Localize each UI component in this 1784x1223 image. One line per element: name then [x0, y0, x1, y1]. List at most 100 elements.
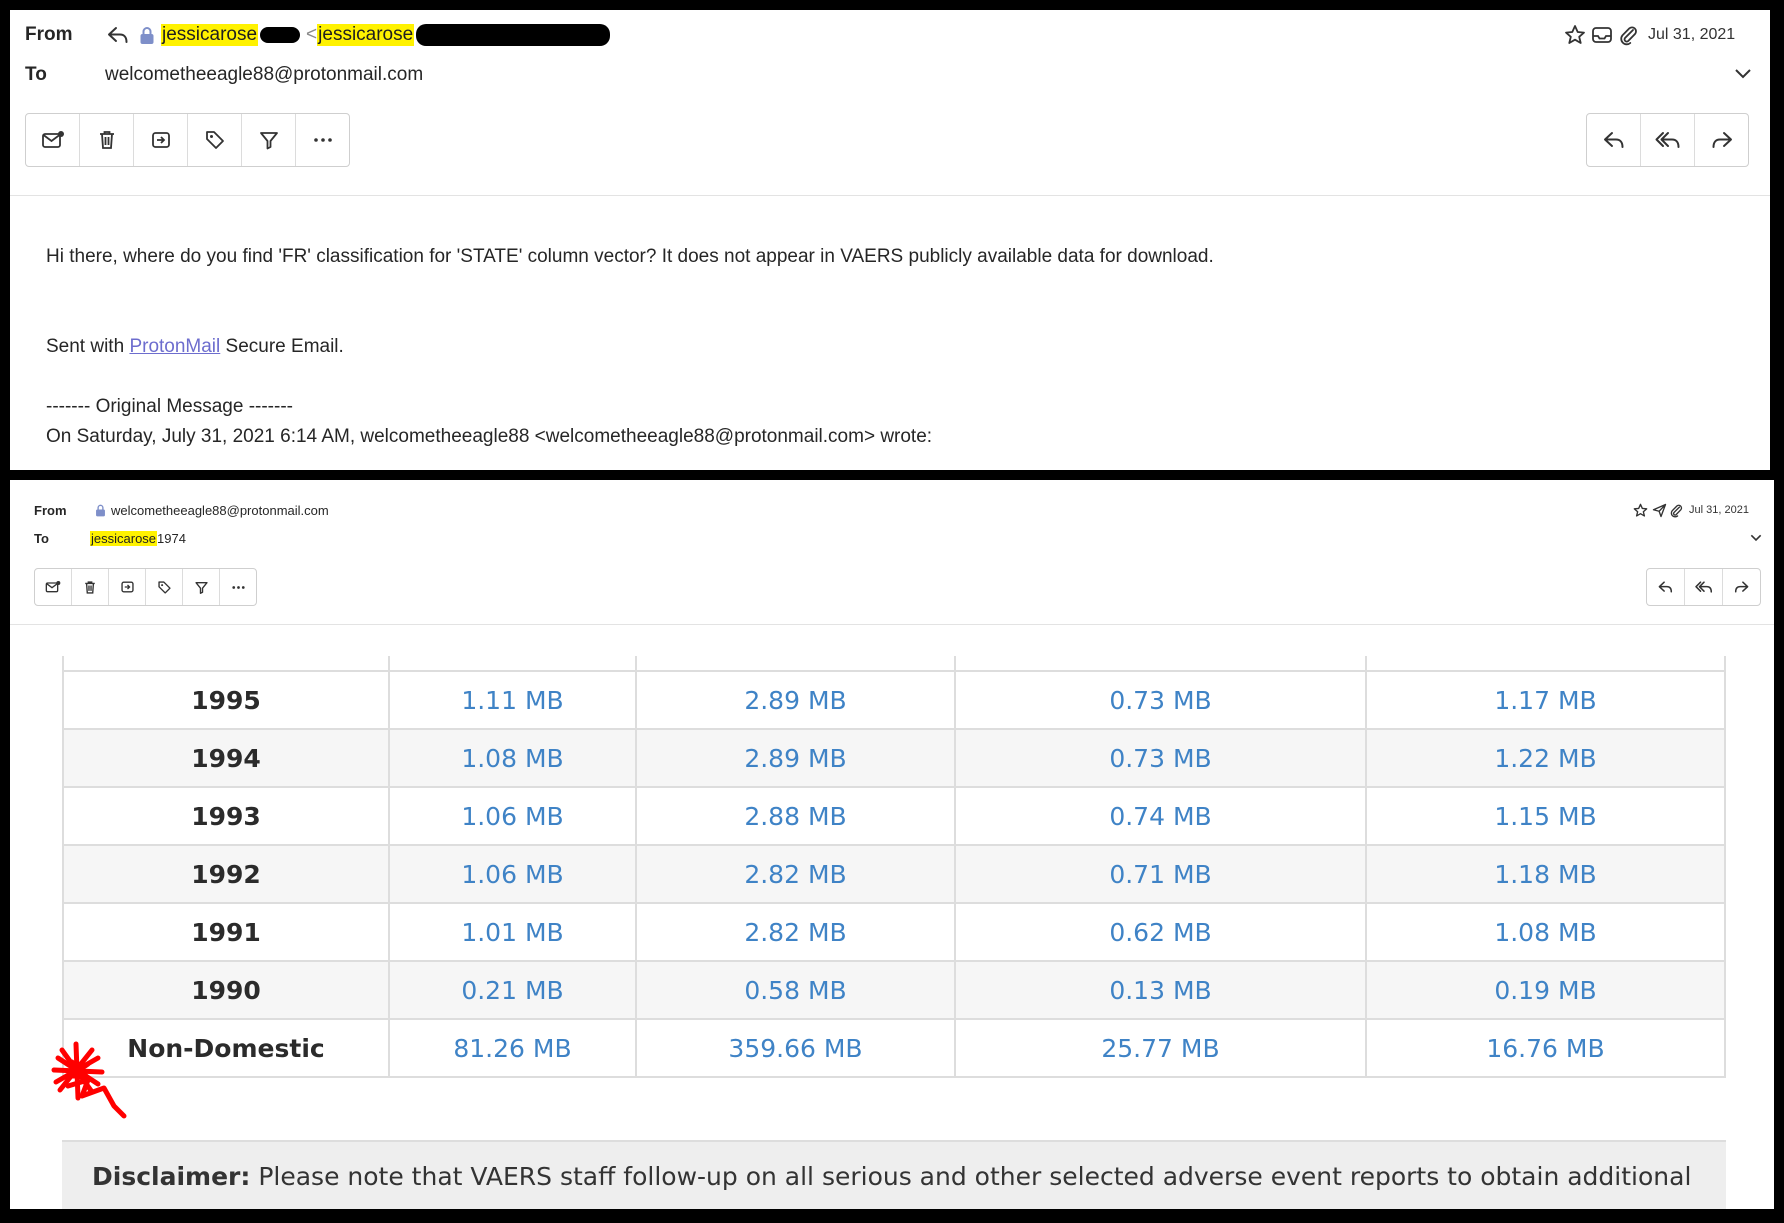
- table-row: Non-Domestic 81.26 MB 359.66 MB 25.77 MB…: [62, 1018, 1726, 1078]
- reply-icon: [1658, 580, 1673, 594]
- star-icon[interactable]: [1630, 503, 1650, 518]
- table-row: 1991 1.01 MB 2.82 MB 0.62 MB 1.08 MB: [62, 902, 1726, 962]
- chevron-down-icon[interactable]: [1750, 534, 1762, 542]
- file-size-link[interactable]: 1.06 MB: [388, 844, 637, 904]
- move-button[interactable]: [134, 114, 188, 166]
- sender-address[interactable]: welcometheeagle88@protonmail.com: [111, 503, 329, 518]
- move-button[interactable]: [109, 569, 146, 605]
- file-size-link[interactable]: 0.19 MB: [1365, 960, 1726, 1020]
- table-row: 1992 1.06 MB 2.82 MB 0.71 MB 1.18 MB: [62, 844, 1726, 904]
- envelope-dot-icon: [41, 130, 65, 150]
- file-size-link[interactable]: 2.82 MB: [635, 844, 956, 904]
- file-size-link[interactable]: 16.76 MB: [1365, 1018, 1726, 1078]
- file-size-link[interactable]: 1.11 MB: [388, 670, 637, 730]
- file-size-link[interactable]: 2.89 MB: [635, 728, 956, 788]
- year-cell: 1994: [62, 728, 390, 788]
- file-size-link[interactable]: 0.71 MB: [954, 844, 1367, 904]
- file-size-link[interactable]: 0.73 MB: [954, 728, 1367, 788]
- year-cell: 1990: [62, 960, 390, 1020]
- file-size-link[interactable]: 1.15 MB: [1365, 786, 1726, 846]
- sender-address-open: <: [306, 24, 318, 45]
- trash-button[interactable]: [80, 114, 134, 166]
- reply-button[interactable]: [1647, 569, 1685, 605]
- signature-suffix: Secure Email.: [220, 336, 344, 357]
- file-size-link[interactable]: 0.58 MB: [635, 960, 956, 1020]
- more-icon: [312, 137, 334, 143]
- file-size-link[interactable]: 2.88 MB: [635, 786, 956, 846]
- reply-icon: [105, 25, 131, 45]
- mark-unread-button[interactable]: [35, 569, 72, 605]
- table-cell: [954, 656, 1367, 672]
- star-icon[interactable]: [1562, 24, 1588, 46]
- file-size-link[interactable]: 81.26 MB: [388, 1018, 637, 1078]
- forward-button[interactable]: [1695, 114, 1748, 166]
- more-icon: [231, 585, 246, 590]
- year-cell: 1993: [62, 786, 390, 846]
- year-cell: 1992: [62, 844, 390, 904]
- file-size-link[interactable]: 2.82 MB: [635, 902, 956, 962]
- label-button[interactable]: [146, 569, 183, 605]
- file-size-link[interactable]: 0.21 MB: [388, 960, 637, 1020]
- file-size-link[interactable]: 1.08 MB: [388, 728, 637, 788]
- year-cell: 1995: [62, 670, 390, 730]
- trash-icon: [83, 580, 97, 595]
- recipient-name[interactable]: jessicarose1974: [90, 530, 186, 546]
- year-cell: 1991: [62, 902, 390, 962]
- trash-button[interactable]: [72, 569, 109, 605]
- message-toolbar: [25, 113, 350, 167]
- disclaimer-label: Disclaimer:: [92, 1162, 251, 1191]
- inbox-icon: [1588, 25, 1616, 45]
- file-size-link[interactable]: 0.74 MB: [954, 786, 1367, 846]
- to-label: To: [34, 530, 49, 546]
- reply-all-icon: [1655, 130, 1681, 150]
- paperclip-icon: [1616, 24, 1640, 46]
- tag-icon: [204, 129, 226, 151]
- file-size-link[interactable]: 0.13 MB: [954, 960, 1367, 1020]
- more-button[interactable]: [296, 114, 349, 166]
- sender-name[interactable]: jessicarose: [161, 24, 259, 46]
- table-row-cutoff: [62, 656, 1726, 672]
- from-label: From: [25, 24, 73, 45]
- red-scribble-annotation: [51, 1041, 127, 1119]
- file-size-link[interactable]: 1.06 MB: [388, 786, 637, 846]
- filter-button[interactable]: [242, 114, 296, 166]
- redaction-bar: [260, 27, 301, 43]
- from-row: From jessicarose < jessicarose: [25, 20, 611, 50]
- filter-button[interactable]: [183, 569, 220, 605]
- reply-toolbar: [1646, 568, 1761, 606]
- to-row: To welcometheeagle88@protonmail.com: [25, 60, 423, 90]
- reply-all-button[interactable]: [1685, 569, 1723, 605]
- file-size-link[interactable]: 1.17 MB: [1365, 670, 1726, 730]
- reply-all-button[interactable]: [1641, 114, 1695, 166]
- table-cell: [388, 656, 637, 672]
- protonmail-link[interactable]: ProtonMail: [129, 336, 220, 357]
- forward-button[interactable]: [1723, 569, 1760, 605]
- file-size-link[interactable]: 1.18 MB: [1365, 844, 1726, 904]
- signature-prefix: Sent with: [46, 336, 130, 357]
- from-row: From welcometheeagle88@protonmail.com: [34, 500, 329, 520]
- original-message-divider: ------- Original Message -------: [46, 396, 293, 417]
- label-button[interactable]: [188, 114, 242, 166]
- from-label: From: [34, 502, 67, 518]
- more-button[interactable]: [220, 569, 256, 605]
- file-size-link[interactable]: 25.77 MB: [954, 1018, 1367, 1078]
- chevron-down-icon[interactable]: [1734, 68, 1752, 80]
- trash-icon: [97, 129, 117, 151]
- message-meta: Jul 31, 2021: [1562, 20, 1735, 50]
- file-size-link[interactable]: 0.73 MB: [954, 670, 1367, 730]
- sender-address[interactable]: jessicarose: [317, 24, 415, 46]
- quote-header: On Saturday, July 31, 2021 6:14 AM, welc…: [46, 426, 933, 447]
- redaction-bar: [416, 24, 611, 46]
- disclaimer-text: Please note that VAERS staff follow-up o…: [250, 1162, 1692, 1191]
- file-size-link[interactable]: 1.08 MB: [1365, 902, 1726, 962]
- reply-button[interactable]: [1587, 114, 1641, 166]
- mark-unread-button[interactable]: [26, 114, 80, 166]
- message-date: Jul 31, 2021: [1689, 504, 1749, 516]
- file-size-link[interactable]: 2.89 MB: [635, 670, 956, 730]
- file-size-link[interactable]: 1.22 MB: [1365, 728, 1726, 788]
- file-size-link[interactable]: 359.66 MB: [635, 1018, 956, 1078]
- recipient-address[interactable]: welcometheeagle88@protonmail.com: [105, 64, 423, 86]
- file-size-link[interactable]: 0.62 MB: [954, 902, 1367, 962]
- file-size-link[interactable]: 1.01 MB: [388, 902, 637, 962]
- table-row: 1993 1.06 MB 2.88 MB 0.74 MB 1.15 MB: [62, 786, 1726, 846]
